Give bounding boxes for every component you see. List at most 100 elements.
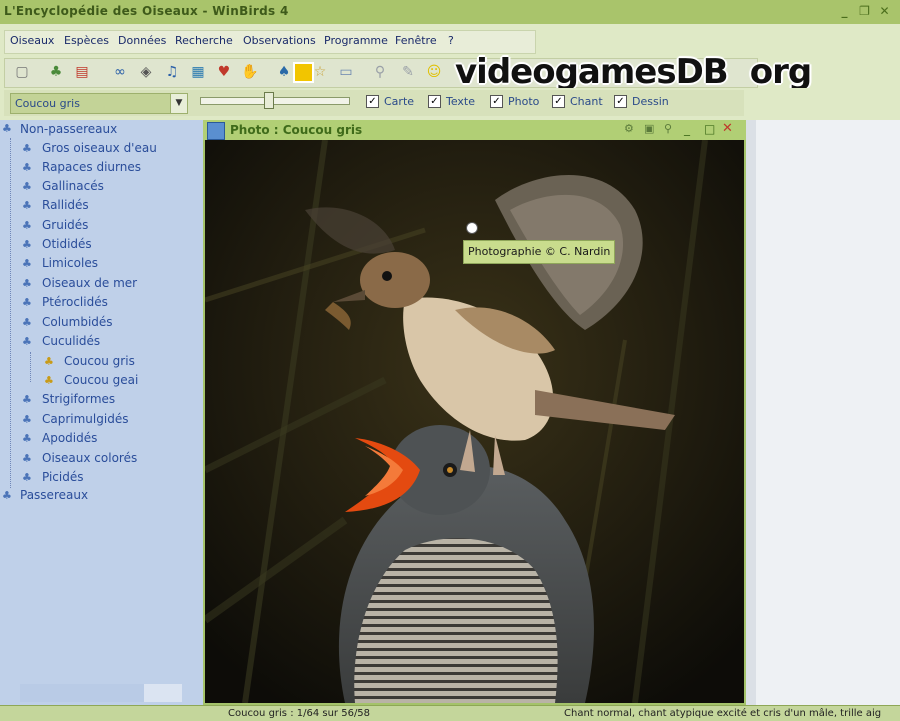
bird-icon: ♣ (22, 413, 32, 426)
status-right: Chant normal, chant atypique excité et c… (564, 708, 882, 719)
grid-icon[interactable]: ▢ (12, 62, 32, 82)
restore-button[interactable]: ❐ (856, 3, 873, 20)
tree-item[interactable]: Gruidés (42, 218, 88, 232)
tree-item[interactable]: Caprimulgidés (42, 412, 128, 426)
hand-icon[interactable]: ✋ (240, 62, 260, 82)
tree-item[interactable]: Cuculidés (42, 334, 100, 348)
tree-guide (10, 138, 11, 488)
settings-icon[interactable]: ⚙ (624, 122, 634, 135)
tree-root-passereaux[interactable]: Passereaux (20, 488, 88, 502)
tree-item[interactable]: Rallidés (42, 198, 89, 212)
tree-guide-sub (30, 352, 31, 382)
photo-window-icon (207, 122, 225, 140)
tree-item[interactable]: Apodidés (42, 431, 97, 445)
checkbox-chant-label: Chant (570, 95, 603, 108)
bird-icon: ♣ (22, 180, 32, 193)
checkbox-dessin[interactable]: ✓ (614, 95, 627, 108)
close-button[interactable]: ✕ (876, 3, 893, 20)
checkbox-photo[interactable]: ✓ (490, 95, 503, 108)
tree-item[interactable]: Oiseaux colorés (42, 451, 137, 465)
tree-root-non-passereaux[interactable]: Non-passereaux (20, 122, 117, 136)
bird-icon: ♣ (22, 432, 32, 445)
menu-fenetre[interactable]: Fenêtre (395, 34, 437, 47)
bird-icon: ♣ (44, 374, 54, 387)
checkbox-carte[interactable]: ✓ (366, 95, 379, 108)
tree-item[interactable]: Ptéroclidés (42, 295, 108, 309)
tree-icon[interactable]: ♠ (274, 62, 294, 82)
help-icon[interactable]: ☺ (424, 62, 444, 82)
menu-especes[interactable]: Espèces (64, 34, 109, 47)
bird-icon[interactable]: ♣ (46, 62, 66, 82)
checkbox-chant[interactable]: ✓ (552, 95, 565, 108)
bird-icon: ♣ (22, 316, 32, 329)
chevron-down-icon[interactable]: ▼ (170, 94, 187, 113)
tree-item[interactable]: Columbidés (42, 315, 113, 329)
binoculars-icon[interactable]: ∞ (110, 62, 130, 82)
tree-item[interactable]: Limicoles (42, 256, 98, 270)
edit-icon[interactable]: ✎ (398, 62, 418, 82)
caption-marker-icon (466, 222, 478, 234)
tree-scrollbar-thumb[interactable] (20, 684, 144, 702)
window-title: L'Encyclopédie des Oiseaux - WinBirds 4 (4, 4, 289, 18)
minimize-button[interactable]: _ (684, 122, 690, 136)
menu-oiseaux[interactable]: Oiseaux (10, 34, 54, 47)
species-select[interactable]: Coucou gris ▼ (10, 93, 188, 114)
bird-icon: ♣ (22, 452, 32, 465)
menu-donnees[interactable]: Données (118, 34, 166, 47)
pin-icon[interactable]: ⚲ (370, 62, 390, 82)
bird-icon: ♣ (22, 219, 32, 232)
photo-caption-tooltip: Photographie © C. Nardin (463, 240, 616, 264)
bird-icon: ♣ (22, 257, 32, 270)
bird-icon: ♣ (22, 393, 32, 406)
bird-icon: ♣ (22, 471, 32, 484)
tree-item[interactable]: Otididés (42, 237, 92, 251)
bird-icon: ♣ (22, 296, 32, 309)
tree-item[interactable]: Oiseaux de mer (42, 276, 137, 290)
status-left: Coucou gris : 1/64 sur 56/58 (228, 708, 371, 719)
slider-thumb[interactable] (264, 92, 274, 109)
pin-icon[interactable]: ⚲ (664, 122, 672, 135)
save-icon[interactable]: ▣ (644, 122, 654, 135)
folder-icon[interactable]: ▭ (336, 62, 356, 82)
bird-icon: ♣ (22, 161, 32, 174)
tree-item-coucou-geai[interactable]: Coucou geai (64, 373, 138, 387)
tree-item[interactable]: Gallinacés (42, 179, 104, 193)
heart-icon[interactable]: ♥ (214, 62, 234, 82)
bird-icon: ♣ (22, 277, 32, 290)
bird-icon: ♣ (22, 238, 32, 251)
zoom-slider[interactable] (200, 97, 350, 105)
map-icon[interactable]: ▦ (188, 62, 208, 82)
tree-item[interactable]: Strigiformes (42, 392, 115, 406)
minimize-button[interactable]: _ (836, 3, 853, 20)
watermark-square (293, 62, 314, 83)
eraser-icon[interactable]: ◈ (136, 62, 156, 82)
watermark-text: videogamesDB org (455, 52, 812, 92)
menu-observations[interactable]: Observations (243, 34, 316, 47)
right-panel (746, 120, 900, 705)
bird-icon: ♣ (22, 199, 32, 212)
tree-item[interactable]: Gros oiseaux d'eau (42, 141, 157, 155)
checkbox-carte-label: Carte (384, 95, 415, 108)
right-panel-border (746, 120, 756, 705)
tree-item-coucou-gris[interactable]: Coucou gris (64, 354, 135, 368)
checkbox-photo-label: Photo (508, 95, 540, 108)
bird-icon: ♣ (22, 142, 32, 155)
bird-icon: ♣ (22, 335, 32, 348)
menu-help[interactable]: ? (448, 34, 454, 47)
species-select-value: Coucou gris (15, 97, 80, 110)
maximize-button[interactable]: □ (704, 122, 715, 136)
checkbox-texte-label: Texte (446, 95, 476, 108)
bird-icon: ♣ (44, 355, 54, 368)
checkbox-dessin-label: Dessin (632, 95, 669, 108)
music-note-icon[interactable]: ♫ (162, 62, 182, 82)
photo-window-title: Photo : Coucou gris (230, 123, 363, 137)
open-book-icon[interactable]: ▤ (72, 62, 92, 82)
bird-icon: ♣ (2, 489, 12, 502)
tree-item[interactable]: Picidés (42, 470, 84, 484)
menu-programme[interactable]: Programme (324, 34, 388, 47)
tree-item[interactable]: Rapaces diurnes (42, 160, 141, 174)
menu-recherche[interactable]: Recherche (175, 34, 233, 47)
close-button[interactable]: ✕ (722, 121, 733, 136)
checkbox-texte[interactable]: ✓ (428, 95, 441, 108)
bird-icon: ♣ (2, 122, 12, 135)
